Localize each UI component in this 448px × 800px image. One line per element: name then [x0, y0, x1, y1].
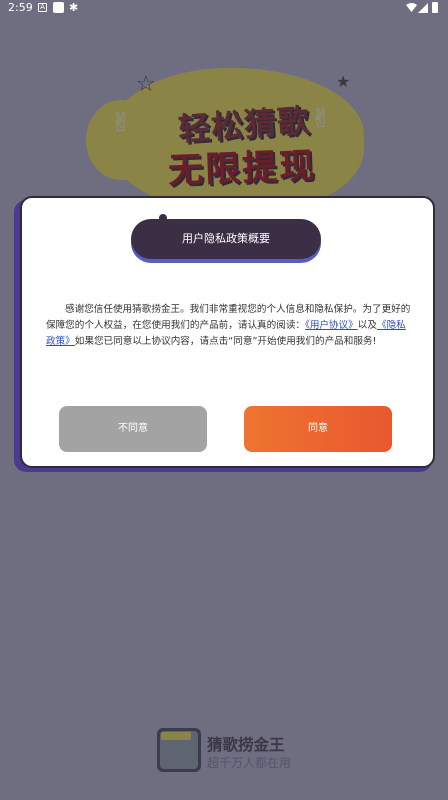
hand-icon: ✌: [110, 108, 132, 138]
wifi-icon: [406, 3, 417, 12]
a-icon: A: [38, 3, 47, 12]
square-icon: [53, 2, 64, 13]
banner-art: ☆ ★ ✌ ✌ 轻松猜歌 无限提现: [86, 60, 368, 210]
dialog-body: 感谢您信任使用猜歌捞金王。我们非常重视您的个人信息和隐私保护。为了更好的保障您的…: [46, 302, 414, 350]
star-icon: ☆: [136, 72, 156, 97]
app-logo-banner: [161, 732, 191, 740]
dialog-title: 用户隐私政策概要: [131, 219, 321, 259]
disagree-button[interactable]: 不同意: [59, 406, 207, 452]
dialog-body-outro: 如果您已同意以上协议内容，请点击“同意”开始使用我们的产品和服务!: [74, 336, 377, 347]
battery-icon: [432, 2, 438, 13]
app-slogan: 超千万人都在用: [207, 756, 292, 770]
star-icon: ★: [336, 72, 351, 91]
status-bar: 2:59 A ✱: [0, 0, 448, 16]
dialog-body-and: 以及: [357, 320, 377, 331]
user-agreement-link[interactable]: 《用户协议》: [305, 320, 358, 331]
banner-title-line2: 无限提现: [167, 146, 317, 192]
app-logo: [157, 728, 201, 772]
signal-icon: [418, 3, 428, 13]
app-name: 猜歌捞金王: [207, 736, 285, 754]
agree-button[interactable]: 同意: [244, 406, 392, 452]
status-time: 2:59: [8, 1, 33, 14]
bug-icon: ✱: [69, 1, 79, 14]
privacy-dialog: 用户隐私政策概要 感谢您信任使用猜歌捞金王。我们非常重视您的个人信息和隐私保护。…: [20, 196, 435, 468]
